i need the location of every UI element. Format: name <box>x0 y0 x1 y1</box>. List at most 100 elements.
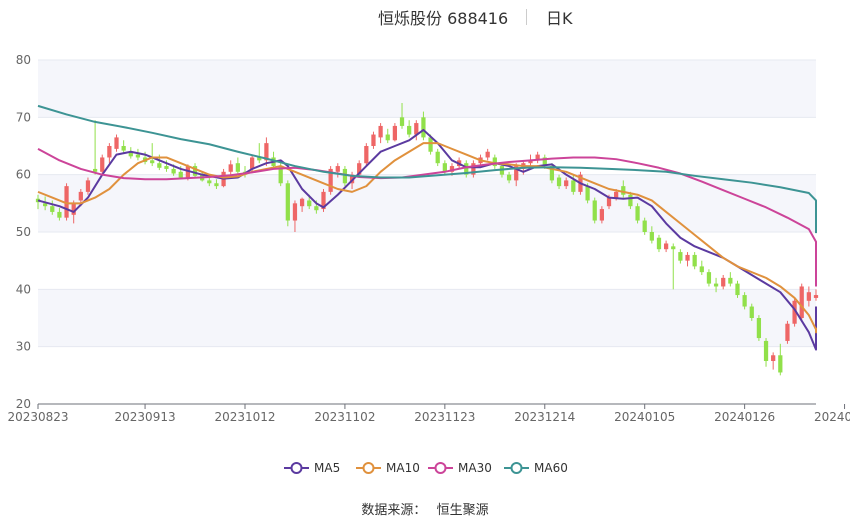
candle-body <box>421 117 426 138</box>
y-tick-label: 40 <box>16 282 31 296</box>
candle-body <box>107 146 112 158</box>
candle-body <box>214 183 219 187</box>
candle-body <box>799 286 804 318</box>
candle-body <box>771 355 776 361</box>
candle-body <box>342 168 348 184</box>
x-tick-label: 20240105 <box>614 410 675 424</box>
candle-body <box>78 191 83 201</box>
candle-body <box>228 164 233 172</box>
candle-body <box>685 254 690 261</box>
candle-body <box>635 206 640 221</box>
x-tick-label: 20231102 <box>314 410 375 424</box>
candle-body <box>114 137 119 149</box>
candle-body <box>742 295 747 307</box>
candle-body <box>335 166 340 172</box>
candle-body <box>778 355 783 373</box>
candle-body <box>250 157 255 169</box>
data-source: 数据来源： 恒生聚源 <box>0 499 850 518</box>
y-tick-label: 30 <box>16 340 31 354</box>
candle-body <box>813 295 819 298</box>
candle-body <box>392 125 398 141</box>
candle-body <box>671 246 676 250</box>
candle-body <box>150 160 155 164</box>
legend-label-ma10: MA10 <box>386 461 420 475</box>
candle-body <box>585 186 590 201</box>
candle-body <box>399 117 405 126</box>
candle-body <box>656 237 662 250</box>
x-tick-label: 20230913 <box>115 410 176 424</box>
y-tick-label: 60 <box>16 168 31 182</box>
candle-body <box>50 206 55 212</box>
candle-body <box>171 168 176 174</box>
candle-body <box>721 277 726 287</box>
candle-body <box>571 180 576 192</box>
candle-body <box>692 254 697 267</box>
candle-body <box>378 125 383 138</box>
legend-label-ma5: MA5 <box>314 461 341 475</box>
candle-body <box>121 146 126 151</box>
legend-item-ma60[interactable]: MA60 <box>504 459 568 477</box>
legend-ma5-icon <box>284 462 309 474</box>
candle-body <box>135 154 141 158</box>
legend-ma60-icon <box>504 462 529 474</box>
candle-body <box>428 137 433 152</box>
legend-item-ma5[interactable]: MA5 <box>284 459 340 477</box>
candle-body <box>307 200 312 207</box>
grid-band <box>38 60 816 118</box>
legend-ma10-icon <box>356 462 381 474</box>
y-tick-label: 20 <box>16 397 31 411</box>
candle-body <box>785 323 790 341</box>
grid-band <box>38 289 816 347</box>
candle-body <box>314 206 319 211</box>
y-tick-label: 70 <box>16 110 31 124</box>
candlestick-chart: 20 30 40 50 60 70 80 20230823 20230913 20231012 20… <box>7 53 850 424</box>
legend-item-ma10[interactable]: MA10 <box>356 459 420 477</box>
candle-body <box>371 134 376 146</box>
legend-ma30-icon <box>428 462 453 474</box>
candle-body <box>178 171 183 178</box>
y-tick-label: 50 <box>16 225 31 239</box>
x-tick-label: 20240223 <box>814 410 850 424</box>
candle-body <box>614 191 619 198</box>
candle-body <box>235 163 240 172</box>
candle-body <box>663 243 669 250</box>
candle-body <box>485 151 490 158</box>
candle-body <box>642 220 647 232</box>
x-tick-label: 20230823 <box>7 410 68 424</box>
candle-body <box>506 174 512 181</box>
candle-body <box>100 157 105 172</box>
candle-body <box>728 277 733 284</box>
candle-body <box>564 180 569 187</box>
x-tick-label: 20240126 <box>714 410 775 424</box>
data-source-label: 数据来源： <box>361 503 427 518</box>
candle-body <box>299 198 305 207</box>
legend-label-ma30: MA30 <box>458 461 492 475</box>
candle-body <box>292 203 298 221</box>
candle-body <box>735 283 740 296</box>
candle-body <box>435 151 440 164</box>
candle-body <box>556 177 562 187</box>
x-tick-label: 20231012 <box>214 410 275 424</box>
data-source-value: 恒生聚源 <box>436 503 489 518</box>
candle-body <box>713 283 719 287</box>
candle-body <box>592 200 597 221</box>
candle-body <box>678 252 683 261</box>
candle-body <box>606 197 612 207</box>
grid-band <box>38 174 816 232</box>
candle-body <box>57 211 62 218</box>
candle-body <box>699 266 704 273</box>
candle-body <box>756 318 762 339</box>
candle-body <box>164 166 169 169</box>
legend-item-ma30[interactable]: MA30 <box>428 459 492 477</box>
candle-body <box>385 134 390 141</box>
candle-body <box>157 163 162 168</box>
candle-body <box>364 146 369 164</box>
candle-body <box>492 157 497 167</box>
candle-body <box>628 194 633 207</box>
candle-body <box>749 306 754 318</box>
x-tick-label: 20231123 <box>414 410 475 424</box>
candle-body <box>806 292 811 301</box>
legend-label-ma60: MA60 <box>534 461 568 475</box>
y-tick-label: 80 <box>16 53 31 67</box>
candle-body <box>649 232 654 241</box>
